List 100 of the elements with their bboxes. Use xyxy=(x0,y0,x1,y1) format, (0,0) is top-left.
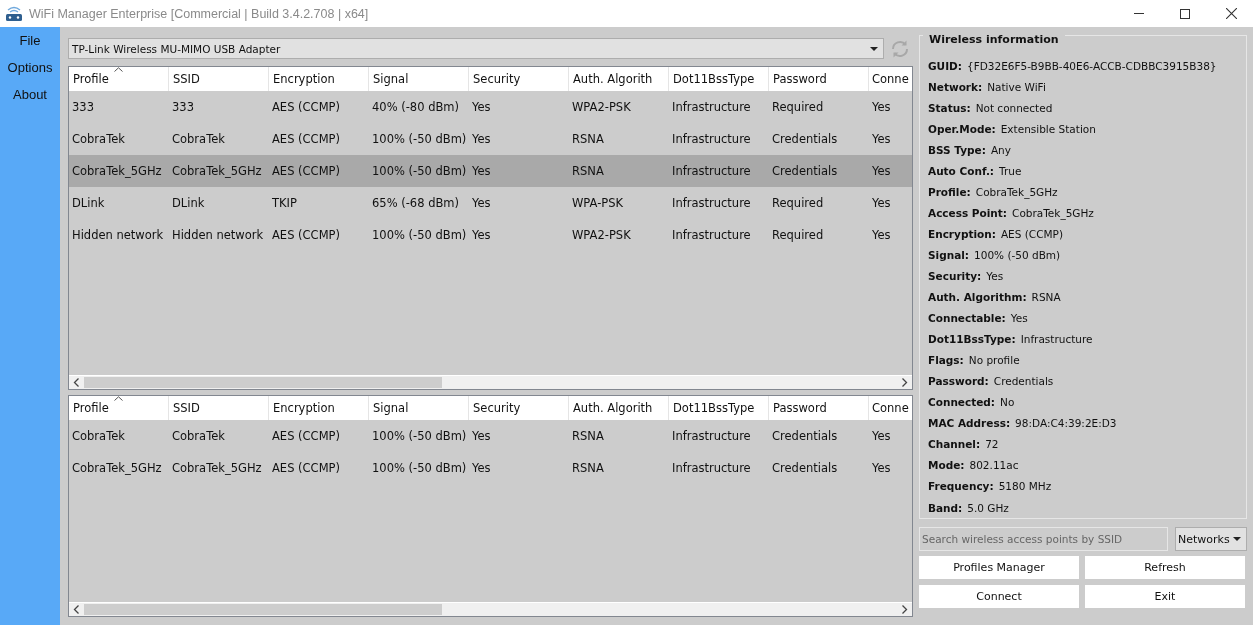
table-cell-text: DLink xyxy=(171,196,206,210)
table-row[interactable]: CobraTek CobraTek AES (CCMP) 100% (-50 dBm) Yes RSNA Infrastructure Credentials Yes xyxy=(69,123,912,155)
info-value: RSNA xyxy=(1031,291,1061,304)
table-cell-text: Yes xyxy=(871,461,892,475)
scroll-right-icon[interactable] xyxy=(901,378,908,387)
scroll-left-icon[interactable] xyxy=(73,378,80,387)
table-row[interactable]: Hidden network Hidden network AES (CCMP) 100% (-50 dBm) Yes WPA2-PSK Infrastructure Required Yes xyxy=(69,219,912,251)
info-value: 100% (-50 dBm) xyxy=(974,248,1061,261)
column-header[interactable]: Signal xyxy=(369,396,469,420)
info-value: 5.0 GHz xyxy=(967,501,1009,514)
table-row[interactable]: 333 333 AES (CCMP) 40% (-80 dBm) Yes WPA2-PSK Infrastructure Required Yes xyxy=(69,91,912,123)
column-header[interactable]: Security xyxy=(469,67,569,91)
menu-item[interactable]: File xyxy=(19,33,41,48)
search-field[interactable]: Search wireless access points by SSID xyxy=(919,527,1168,551)
column-header[interactable]: SSID xyxy=(169,67,269,91)
table-cell-text: Yes xyxy=(471,461,492,475)
table-cell-text: Yes xyxy=(871,228,892,242)
table-cell-text: Required xyxy=(771,100,825,114)
table-row[interactable]: CobraTek CobraTek AES (CCMP) 100% (-50 dBm) Yes RSNA Infrastructure Credentials Yes xyxy=(69,420,912,452)
info-label: Mode: xyxy=(928,459,965,472)
table-cell-text: CobraTek_5GHz xyxy=(71,461,163,475)
column-header[interactable]: Auth. Algorith xyxy=(569,396,669,420)
close-icon[interactable] xyxy=(1226,8,1237,19)
action-button[interactable]: Refresh xyxy=(1085,556,1245,579)
column-header[interactable]: Auth. Algorith xyxy=(569,67,669,91)
table-cell-text: Hidden network xyxy=(71,228,165,242)
dropdown-arrow-icon xyxy=(870,46,878,51)
table-cell-text: AES (CCMP) xyxy=(271,132,341,146)
table-cell-text: Yes xyxy=(471,164,492,178)
table-cell-text: Infrastructure xyxy=(671,196,752,210)
action-button[interactable]: Exit xyxy=(1085,585,1245,608)
info-label: MAC Address: xyxy=(928,417,1011,430)
table-cell-text: RSNA xyxy=(571,164,605,178)
info-label: Flags: xyxy=(928,354,964,367)
column-header[interactable]: Conne xyxy=(869,67,912,91)
scrollbar-thumb[interactable] xyxy=(84,604,442,615)
info-value: Infrastructure xyxy=(1020,333,1093,346)
maximize-icon[interactable] xyxy=(1180,8,1190,19)
info-value: 72 xyxy=(985,438,999,451)
scroll-right-icon[interactable] xyxy=(901,605,908,614)
table-cell-text: 100% (-50 dBm) xyxy=(371,132,468,146)
column-header[interactable]: Password xyxy=(769,396,869,420)
table-row[interactable]: CobraTek_5GHz CobraTek_5GHz AES (CCMP) 100% (-50 dBm) Yes RSNA Infrastructure Credentials Yes xyxy=(69,452,912,484)
table-cell-text: 65% (-68 dBm) xyxy=(371,196,461,210)
table-cell-text: Infrastructure xyxy=(671,429,752,443)
info-value: Yes xyxy=(1010,312,1028,325)
table-cell-text: RSNA xyxy=(571,132,605,146)
table-cell-text: RSNA xyxy=(571,461,605,475)
adapter-dropdown[interactable]: TP-Link Wireless MU-MIMO USB Adapter xyxy=(68,38,884,59)
info-value: CobraTek_5GHz xyxy=(1012,206,1094,219)
action-button[interactable]: Profiles Manager xyxy=(919,556,1079,579)
info-value: AES (CCMP) xyxy=(1000,227,1063,240)
table-cell-text: WPA2-PSK xyxy=(571,228,632,242)
scroll-left-icon[interactable] xyxy=(73,605,80,614)
info-label: Signal: xyxy=(928,248,970,261)
column-header[interactable]: Dot11BssType xyxy=(669,396,769,420)
table-cell-text: CobraTek_5GHz xyxy=(171,164,263,178)
table-cell-text: CobraTek xyxy=(71,429,126,443)
column-header[interactable]: Password xyxy=(769,67,869,91)
table-cell-text: Hidden network xyxy=(171,228,265,242)
horizontal-scrollbar[interactable] xyxy=(69,375,912,389)
table-cell-text: Yes xyxy=(471,228,492,242)
column-header[interactable]: SSID xyxy=(169,396,269,420)
menu-item[interactable]: About xyxy=(13,87,47,102)
info-label: Dot11BssType: xyxy=(928,333,1016,346)
column-header[interactable]: Profile xyxy=(69,396,169,420)
info-value: Extensible Station xyxy=(1000,122,1096,135)
action-button[interactable]: Connect xyxy=(919,585,1079,608)
column-header[interactable]: Signal xyxy=(369,67,469,91)
horizontal-scrollbar[interactable] xyxy=(69,602,912,616)
column-header[interactable]: Encryption xyxy=(269,396,369,420)
table-cell-text: 333 xyxy=(71,100,95,114)
menu-item[interactable]: Options xyxy=(7,60,53,75)
table-cell-text: CobraTek xyxy=(171,132,226,146)
filter-dropdown[interactable]: Networks xyxy=(1175,527,1247,551)
table-row[interactable]: DLink DLink TKIP 65% (-68 dBm) Yes WPA-PSK Infrastructure Required Yes xyxy=(69,187,912,219)
column-header[interactable]: Profile xyxy=(69,67,169,91)
table-cell-text: AES (CCMP) xyxy=(271,164,341,178)
table-cell-text: Credentials xyxy=(771,429,839,443)
app-icon xyxy=(5,5,23,22)
scrollbar-thumb[interactable] xyxy=(84,377,442,388)
info-value: Not connected xyxy=(975,101,1053,114)
info-value: {FD32E6F5-B9BB-40E6-ACCB-CDBBC3915B38} xyxy=(966,59,1217,72)
column-header[interactable]: Dot11BssType xyxy=(669,67,769,91)
table-row[interactable]: CobraTek_5GHz CobraTek_5GHz AES (CCMP) 100% (-50 dBm) Yes RSNA Infrastructure Credentials Yes xyxy=(69,155,912,187)
column-header[interactable]: Security xyxy=(469,396,569,420)
info-value: True xyxy=(999,164,1022,177)
table-cell-text: RSNA xyxy=(571,429,605,443)
info-value: 802.11ac xyxy=(969,459,1019,472)
info-label: GUID: xyxy=(928,59,962,72)
table-cell-text: Yes xyxy=(871,100,892,114)
sort-caret-icon xyxy=(113,67,123,72)
info-label: Profile: xyxy=(928,185,971,198)
column-header[interactable]: Conne xyxy=(869,396,912,420)
panel-title: Wireless information xyxy=(923,33,1065,46)
info-label: Auto Conf.: xyxy=(928,164,995,177)
info-label: Connectable: xyxy=(928,312,1006,325)
sort-caret-icon xyxy=(113,396,123,401)
info-value: Yes xyxy=(986,270,1004,282)
column-header[interactable]: Encryption xyxy=(269,67,369,91)
